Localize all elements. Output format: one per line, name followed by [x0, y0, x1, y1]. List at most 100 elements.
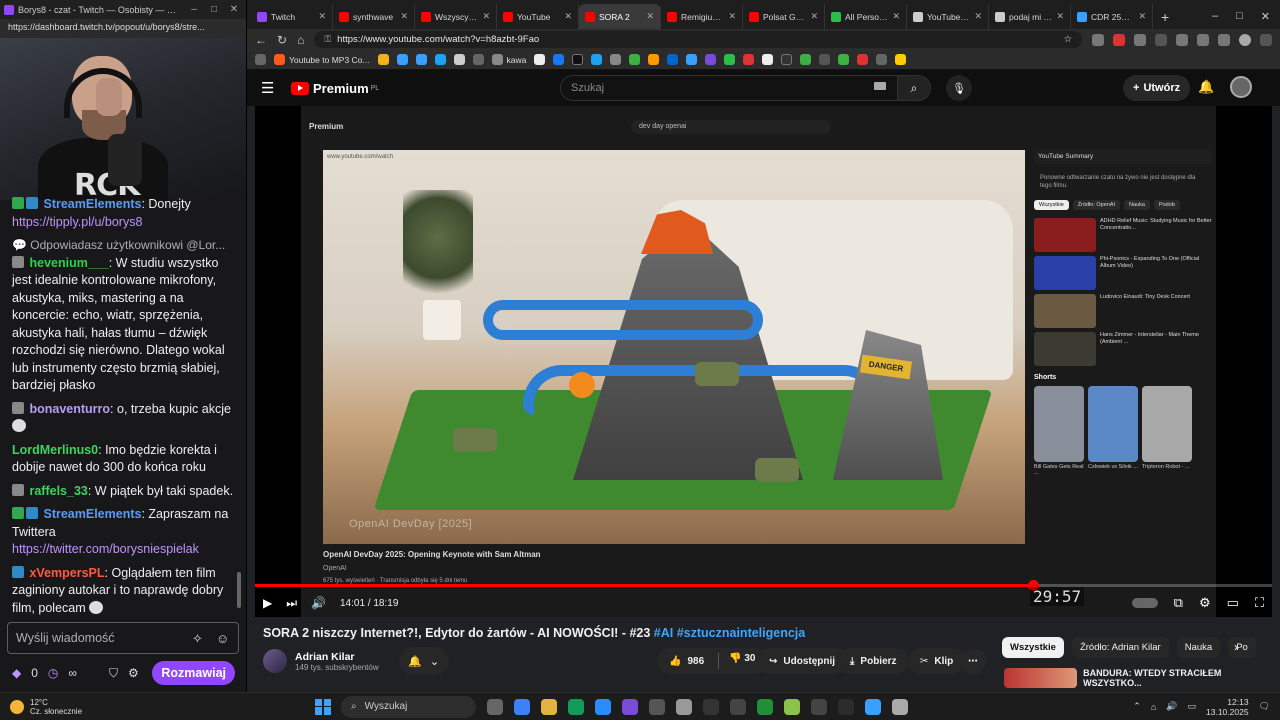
bookmark-icon[interactable]	[377, 54, 389, 65]
x-icon[interactable]	[572, 54, 584, 65]
browser-tab[interactable]: Polsat Game ✕	[743, 4, 825, 29]
chat-send-button[interactable]: Rozmawiaj	[152, 661, 235, 685]
facebook-icon[interactable]	[553, 54, 565, 65]
twitch-url-bar[interactable]: https://dashboard.twitch.tv/popout/u/bor…	[0, 19, 246, 38]
video-player[interactable]: Premium dev day openai www.youtube.com/w…	[255, 106, 1272, 617]
bookmark-icon[interactable]	[762, 54, 774, 65]
tab-close-icon[interactable]: ✕	[564, 11, 572, 22]
bookmark-icon[interactable]	[819, 54, 831, 65]
chat-username[interactable]: hevenium___	[29, 256, 108, 270]
windows-start-icon[interactable]	[315, 698, 331, 715]
tab-close-icon[interactable]: ✕	[974, 11, 982, 22]
taskbar-app-icon[interactable]	[865, 698, 881, 715]
network-icon[interactable]: ⌂	[1151, 702, 1156, 712]
battery-icon[interactable]: ▭	[1188, 701, 1197, 712]
taskbar-app-icon[interactable]	[784, 698, 800, 715]
bookmark-icon[interactable]	[743, 54, 755, 65]
notifications-bell-icon[interactable]: 🔔	[1198, 79, 1214, 95]
taskbar-app-icon[interactable]	[595, 698, 611, 715]
theater-mode-icon[interactable]: ▭	[1227, 595, 1239, 611]
bookmark-icon[interactable]	[724, 54, 736, 65]
browser-tab[interactable]: Wszyscy gra ✕	[415, 4, 497, 29]
maximize-button[interactable]: □	[1236, 10, 1243, 23]
volume-icon[interactable]: 🔊	[311, 596, 326, 610]
tab-close-icon[interactable]: ✕	[892, 11, 900, 22]
chat-username[interactable]: StreamElements	[43, 507, 141, 521]
close-button[interactable]: ✕	[1261, 10, 1270, 23]
chat-scrollbar[interactable]	[237, 572, 241, 608]
chat-link[interactable]: https://tipply.pl/u/borys8	[12, 215, 142, 229]
minimize-button[interactable]: –	[1212, 10, 1218, 23]
channel-avatar[interactable]	[263, 649, 287, 673]
minimize-button[interactable]: –	[186, 4, 202, 15]
taskbar-app-icon[interactable]	[568, 698, 584, 715]
like-button[interactable]: 👍 986 👎 30	[657, 648, 768, 674]
magic-wand-icon[interactable]: ✧	[192, 631, 203, 647]
reload-icon[interactable]: ↻	[277, 33, 287, 47]
tab-close-icon[interactable]: ✕	[482, 11, 490, 22]
taskbar-search[interactable]: ⌕ Wyszukaj	[341, 695, 476, 718]
chat-username[interactable]: LordMerlinus0	[12, 443, 98, 457]
bookmark-icon[interactable]	[876, 54, 888, 65]
new-tab-button[interactable]: +	[1153, 9, 1177, 29]
subscription-bell-button[interactable]: 🔔 ⌄	[398, 647, 449, 675]
tab-close-icon[interactable]: ✕	[400, 11, 408, 22]
browser-tab[interactable]: synthwave ✕	[333, 4, 415, 29]
chat-username[interactable]: StreamElements	[43, 197, 141, 211]
downloads-icon[interactable]	[1218, 33, 1230, 46]
hamburger-menu-icon[interactable]: ☰	[261, 79, 291, 97]
back-arrow-icon[interactable]: ←	[255, 33, 267, 47]
address-bar[interactable]: ⚿ https://www.youtube.com/watch?v=h8azbt…	[314, 31, 1082, 48]
clip-button[interactable]: ✂ Klip	[908, 648, 966, 674]
taskbar-app-icon[interactable]	[730, 698, 746, 715]
taskbar-app-icon[interactable]	[811, 698, 827, 715]
settings-gear-icon[interactable]: ⚙	[1199, 595, 1211, 611]
bits-icon[interactable]: ◆	[12, 666, 21, 680]
tab-close-icon[interactable]: ✕	[728, 11, 736, 22]
site-info-icon[interactable]: ⚿	[324, 34, 331, 45]
chat-input[interactable]: Wyślij wiadomość ✧ ☺	[7, 622, 239, 654]
bookmark-icon[interactable]	[591, 54, 603, 65]
bookmark-icon[interactable]	[396, 54, 408, 65]
bookmark-icon[interactable]	[895, 54, 907, 65]
taskbar-app-icon[interactable]	[676, 698, 692, 715]
bookmark-star-icon[interactable]: ☆	[1063, 34, 1072, 45]
tab-close-icon[interactable]: ✕	[1138, 11, 1146, 22]
youtube-search-input[interactable]: Szukaj	[560, 75, 905, 101]
next-icon[interactable]: ⏭	[286, 596, 297, 611]
taskbar-app-icon[interactable]	[514, 698, 530, 715]
voice-search-button[interactable]: 🎙	[946, 75, 972, 101]
taskbar-app-icon[interactable]	[892, 698, 908, 715]
chevron-up-icon[interactable]: ⌃	[1133, 701, 1141, 712]
channel-name[interactable]: Adrian Kilar	[295, 651, 379, 663]
play-icon[interactable]: ▶	[263, 596, 272, 610]
browser-tab[interactable]: YouTube day ✕	[907, 4, 989, 29]
bookmark-icon[interactable]	[453, 54, 465, 65]
favorites-icon[interactable]	[1176, 33, 1188, 46]
notifications-icon[interactable]: 🗨	[1259, 701, 1270, 712]
browser-tab[interactable]: Remigiusz M ✕	[661, 4, 743, 29]
filter-chip[interactable]: Wszystkie	[1002, 637, 1064, 658]
extension-icon[interactable]	[1113, 33, 1125, 46]
taskbar-app-icon[interactable]	[541, 698, 557, 715]
taskbar-app-icon[interactable]	[757, 698, 773, 715]
next-recommendation[interactable]: BANDURA: WTEDY STRACIŁEM WSZYSTKO...	[1004, 668, 1280, 692]
bookmark-icon[interactable]	[838, 54, 850, 65]
bookmark-icon[interactable]	[472, 54, 484, 65]
volume-icon[interactable]: 🔊	[1166, 701, 1177, 712]
fullscreen-icon[interactable]: ⛶	[1255, 595, 1264, 611]
extension-icon[interactable]	[1092, 33, 1104, 46]
browser-tab[interactable]: podaj mi listi ✕	[989, 4, 1071, 29]
more-actions-button[interactable]: ⋯	[960, 648, 986, 674]
create-button[interactable]: + Utwórz	[1123, 75, 1191, 101]
close-button[interactable]: ✕	[226, 4, 242, 15]
bookmark-item[interactable]: Youtube to MP3 Co...	[274, 54, 370, 65]
bookmark-item[interactable]: kawa	[491, 54, 526, 65]
emoji-icon[interactable]: ☺	[216, 631, 229, 646]
taskbar-app-icon[interactable]	[649, 698, 665, 715]
weather-widget[interactable]: 12°C Cz. słonecznie	[0, 698, 300, 716]
share-button[interactable]: ↪ Udostępnij	[757, 648, 848, 674]
chat-username[interactable]: raffels_33	[29, 484, 87, 498]
shield-icon[interactable]: ⛉	[109, 666, 118, 681]
tab-close-icon[interactable]: ✕	[810, 11, 818, 22]
